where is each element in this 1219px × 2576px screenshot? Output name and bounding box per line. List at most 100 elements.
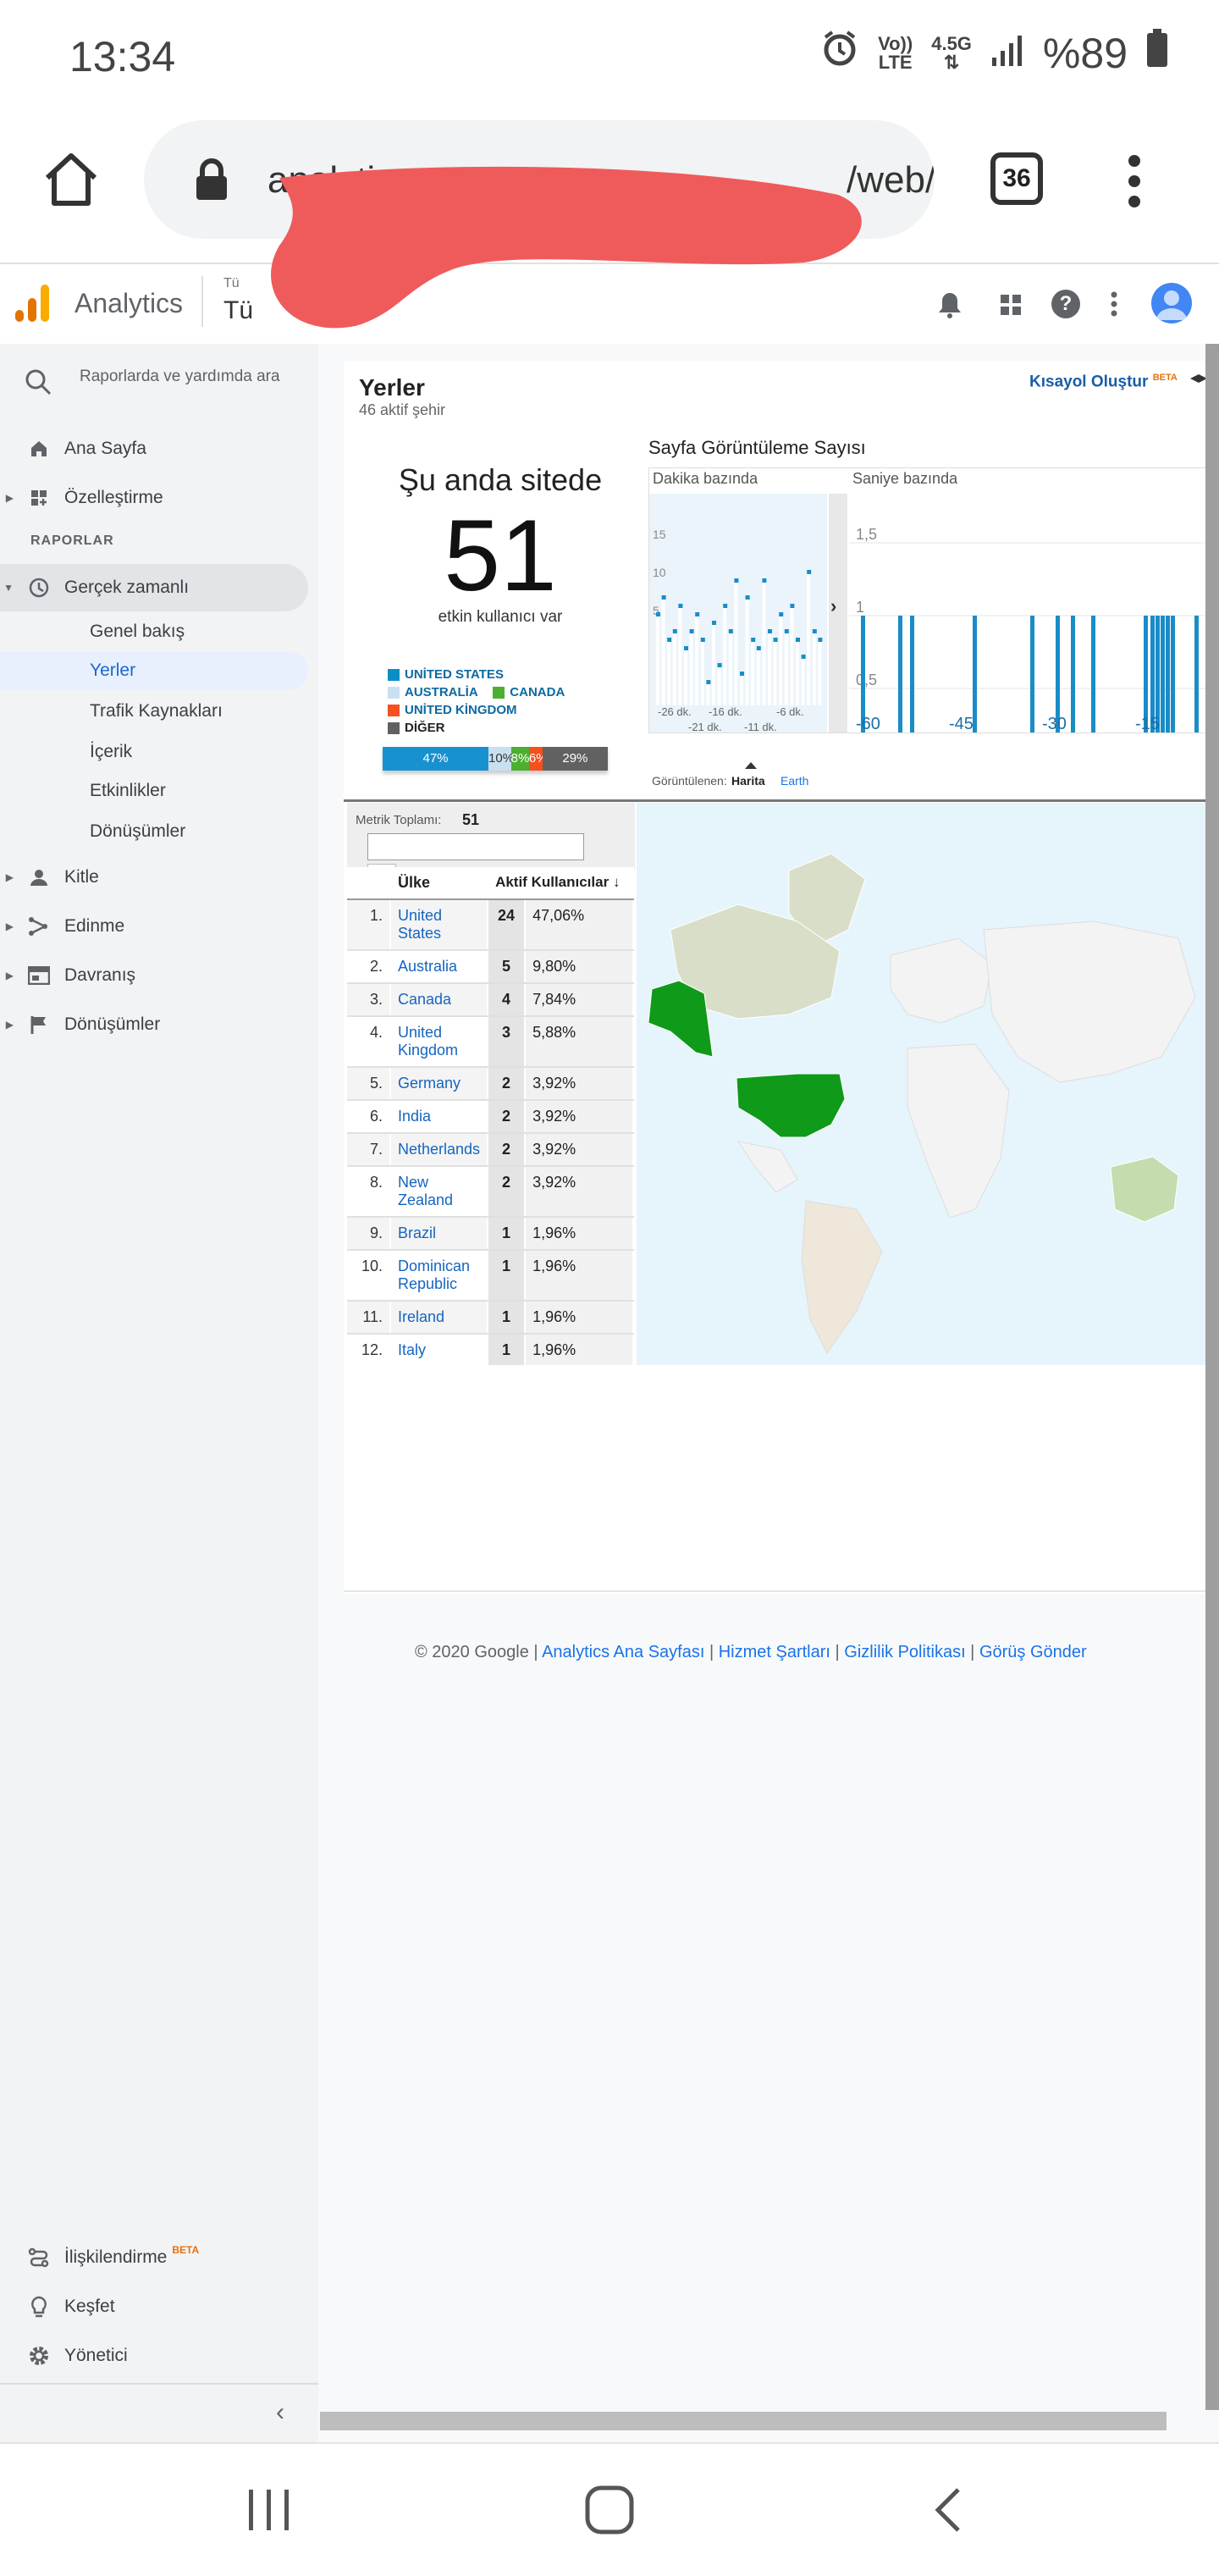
- country-link[interactable]: Australia: [390, 950, 489, 984]
- country-link[interactable]: United Kingdom: [390, 1016, 489, 1068]
- percent-cell: 5,88%: [525, 1016, 635, 1068]
- nav-conversions[interactable]: ▶ Dönüşümler: [0, 1001, 318, 1048]
- country-link[interactable]: United States: [390, 899, 489, 951]
- graduation-cap-icon[interactable]: [1190, 373, 1207, 394]
- nav-home[interactable]: Ana Sayfa: [0, 425, 318, 473]
- table-row: 4. United Kingdom 3 5,88%: [347, 1016, 635, 1068]
- nav-realtime-label: Gerçek zamanlı: [64, 578, 190, 597]
- back-icon[interactable]: [931, 2486, 965, 2538]
- map-south-america: [801, 1200, 883, 1354]
- footer: © 2020 Google | Analytics Ana Sayfası | …: [415, 1643, 1087, 1661]
- second-bar: [1161, 616, 1165, 732]
- percent-cell: 1,96%: [525, 1217, 635, 1251]
- overflow-menu-icon[interactable]: [1126, 154, 1143, 213]
- nav-realtime-events[interactable]: Etkinlikler: [0, 772, 308, 810]
- country-link[interactable]: Italy: [390, 1334, 489, 1368]
- footer-link-privacy[interactable]: Gizlilik Politikası: [844, 1643, 965, 1661]
- minute-bar: [667, 638, 671, 705]
- share-segment: 29%: [542, 747, 608, 771]
- minute-bar: [796, 638, 799, 705]
- home-icon[interactable]: [41, 149, 102, 214]
- nav-discover[interactable]: Keşfet: [0, 2283, 318, 2330]
- tab-earth[interactable]: Earth: [780, 774, 808, 788]
- nav-admin[interactable]: Yönetici: [0, 2332, 318, 2380]
- country-link[interactable]: Netherlands: [390, 1133, 489, 1167]
- create-shortcut-link[interactable]: Kısayol Oluştur BETA: [1029, 373, 1178, 391]
- users-cell: 1: [488, 1301, 527, 1335]
- nav-realtime-conversions[interactable]: Dönüşümler: [0, 813, 308, 850]
- minute-bar-cap: [672, 629, 677, 633]
- nav-audience[interactable]: ▶ Kitle: [0, 854, 318, 901]
- notifications-icon[interactable]: [938, 291, 962, 323]
- table-row: 7. Netherlands 2 3,92%: [347, 1133, 635, 1167]
- recent-apps-icon[interactable]: [245, 2488, 293, 2536]
- map-africa: [907, 1043, 1010, 1219]
- apps-grid-icon[interactable]: [999, 293, 1023, 321]
- country-link[interactable]: India: [390, 1100, 489, 1134]
- country-link[interactable]: Dominican Republic: [390, 1250, 489, 1302]
- second-x-tick: -30: [1042, 715, 1067, 732]
- footer-link-home[interactable]: Analytics Ana Sayfası: [542, 1643, 704, 1661]
- second-bar: [898, 616, 902, 732]
- horizontal-scrollbar[interactable]: [320, 2412, 1167, 2430]
- legend-label: DİĞER: [405, 721, 445, 735]
- vertical-scrollbar[interactable]: [1205, 344, 1219, 2410]
- minute-bar: [695, 612, 699, 705]
- minute-chart: 15105-26 dk. -16 dk. -6 dk.-21 dk. -11 dk.: [649, 494, 827, 732]
- tab-switcher-button[interactable]: 36: [990, 152, 1043, 205]
- minute-bar: [807, 570, 811, 705]
- account-path[interactable]: Tü: [223, 276, 240, 291]
- nav-realtime-traffic[interactable]: Trafik Kaynakları: [0, 693, 308, 730]
- filter-input[interactable]: [367, 833, 584, 860]
- table-row: 3. Canada 4 7,84%: [347, 983, 635, 1017]
- search-input[interactable]: Raporlarda ve yardımda ara: [80, 368, 308, 386]
- rank-header: [347, 867, 391, 900]
- rank-cell: 2.: [347, 950, 391, 984]
- home-button-icon[interactable]: [584, 2485, 635, 2540]
- country-link[interactable]: Canada: [390, 983, 489, 1017]
- minute-bar-cap: [751, 638, 756, 642]
- nav-behavior[interactable]: ▶ Davranış: [0, 952, 318, 999]
- nav-realtime[interactable]: ▼ Gerçek zamanlı: [0, 564, 308, 611]
- rank-cell: 6.: [347, 1100, 391, 1134]
- avatar[interactable]: [1151, 283, 1192, 323]
- android-nav-bar: [0, 2442, 1219, 2576]
- view-label: Görüntülenen:: [652, 774, 727, 788]
- rank-cell: 5.: [347, 1067, 391, 1101]
- nav-realtime-content[interactable]: İçerik: [0, 733, 308, 771]
- collapse-sidebar-icon[interactable]: ‹: [276, 2398, 284, 2427]
- minute-bar-cap: [706, 680, 711, 684]
- minute-bar: [723, 604, 727, 705]
- active-users-header[interactable]: Aktif Kullanıcılar ↓: [488, 867, 635, 900]
- legend-swatch: [388, 687, 400, 699]
- second-x-tick: -15: [1135, 715, 1160, 732]
- legend-swatch: [388, 669, 400, 682]
- country-link[interactable]: Ireland: [390, 1301, 489, 1335]
- tab-map[interactable]: Harita: [731, 774, 765, 788]
- footer-link-terms[interactable]: Hizmet Şartları: [719, 1643, 830, 1661]
- minute-bar: [678, 604, 682, 705]
- minute-bar: [751, 638, 755, 705]
- minute-bar: [818, 638, 822, 705]
- property-selector[interactable]: Tü: [223, 296, 253, 325]
- world-map[interactable]: [637, 803, 1207, 1365]
- more-options-icon[interactable]: [1111, 291, 1117, 321]
- nav-customization[interactable]: ▶ Özelleştirme: [0, 474, 318, 522]
- nav-attribution[interactable]: İlişkilendirme BETA: [0, 2234, 318, 2281]
- header-divider: [201, 276, 203, 327]
- nav-realtime-overview[interactable]: Genel bakış: [0, 613, 308, 650]
- country-link[interactable]: New Zealand: [390, 1166, 489, 1218]
- footer-link-feedback[interactable]: Görüş Gönder: [979, 1643, 1087, 1661]
- data-arrows-icon: ⇅: [943, 52, 960, 73]
- nav-acquisition[interactable]: ▶ Edinme: [0, 903, 318, 950]
- chevron-right-icon[interactable]: ›: [830, 595, 836, 617]
- minute-bar-cap: [796, 638, 800, 642]
- analytics-logo-icon[interactable]: [15, 285, 51, 328]
- nav-realtime-locations[interactable]: Yerler: [0, 652, 308, 689]
- help-icon[interactable]: ?: [1051, 290, 1080, 318]
- country-header[interactable]: Ülke: [390, 867, 489, 900]
- percent-cell: 9,80%: [525, 950, 635, 984]
- minute-bar-cap: [768, 629, 772, 633]
- country-link[interactable]: Brazil: [390, 1217, 489, 1251]
- country-link[interactable]: Germany: [390, 1067, 489, 1101]
